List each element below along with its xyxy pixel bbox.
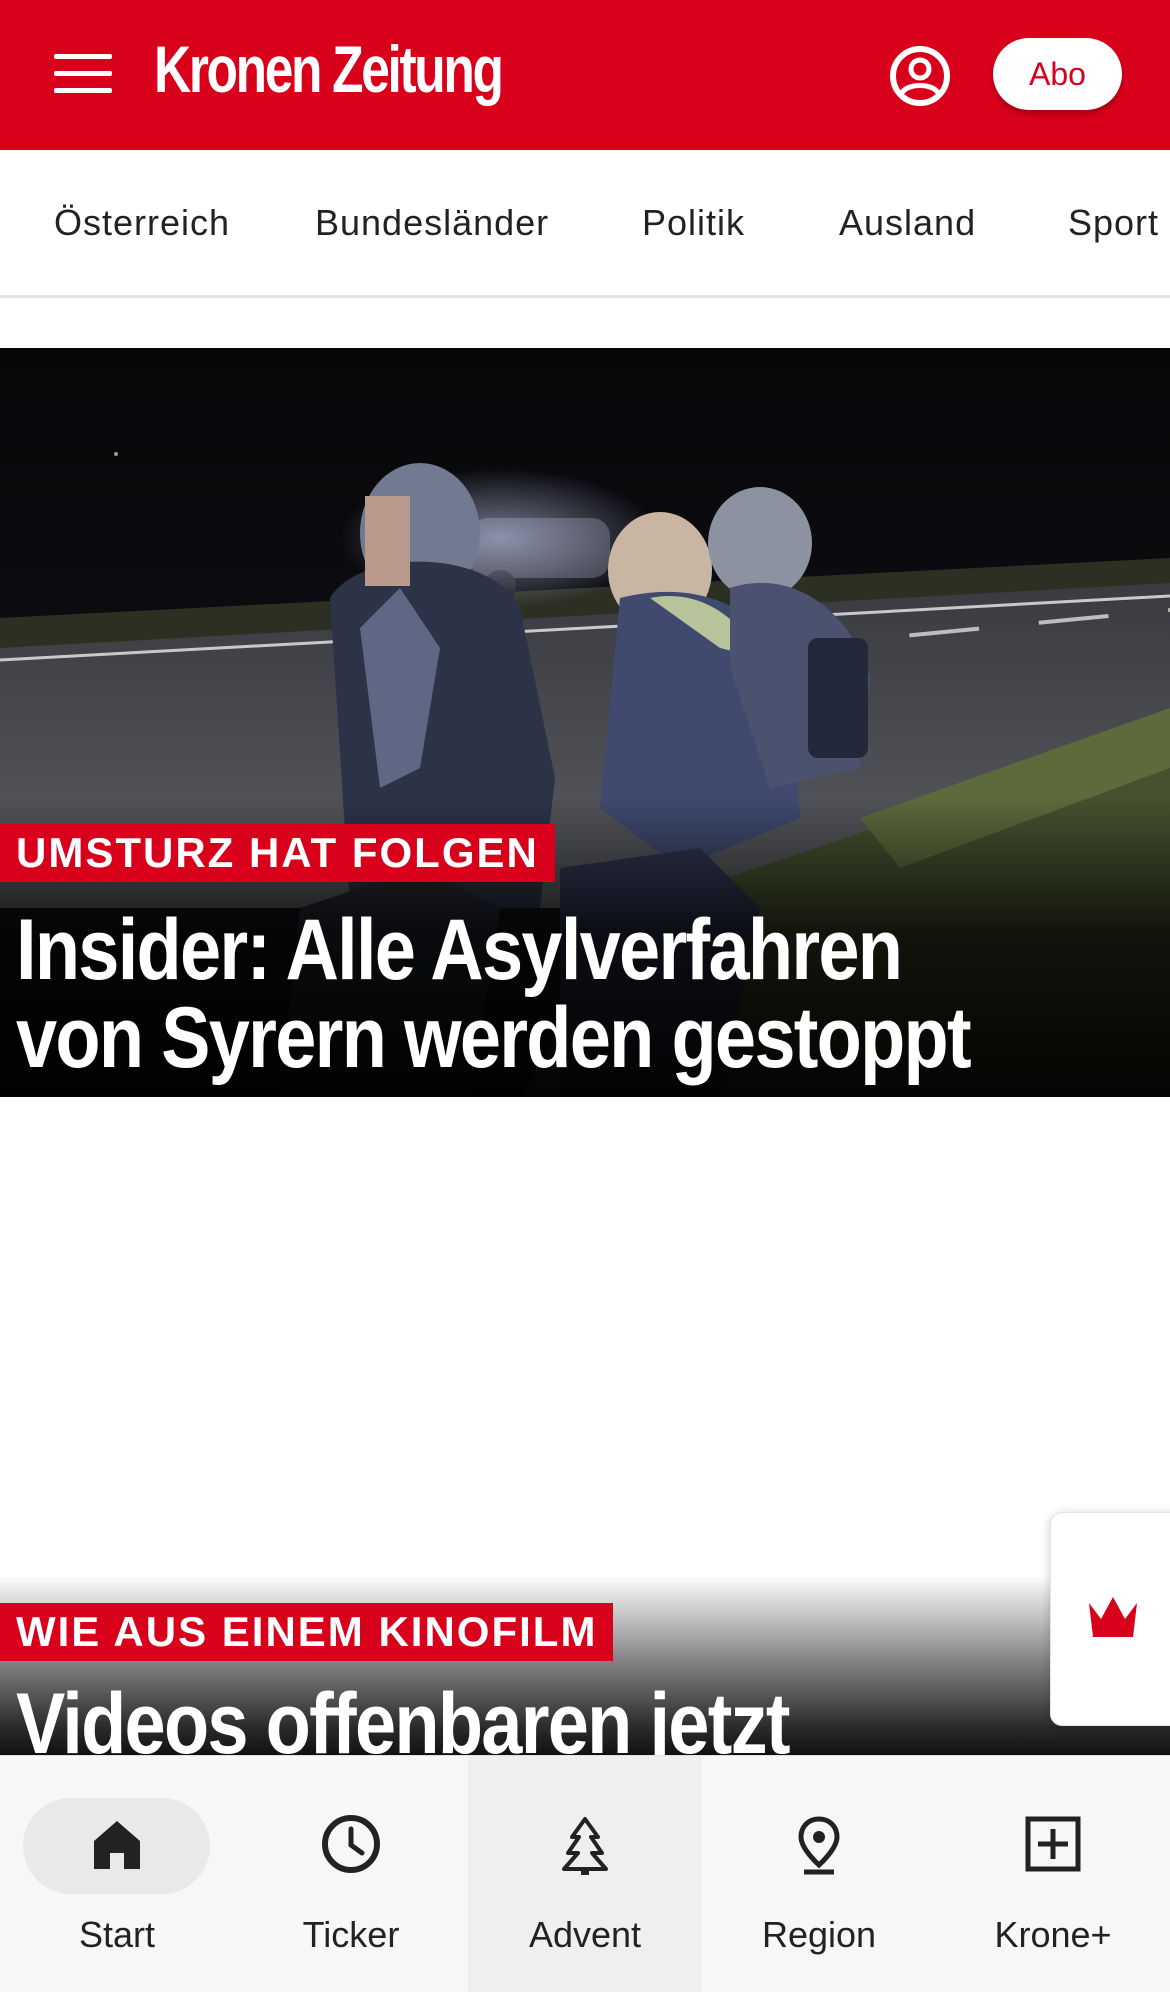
hero-headline-line2[interactable]: von Syrern werden gestoppt	[16, 994, 972, 1082]
teaser-headline[interactable]: Videos offenbaren jetzt	[16, 1680, 790, 1755]
clock-icon	[322, 1815, 380, 1873]
tab-ticker[interactable]: Ticker	[234, 1756, 468, 1992]
crown-button[interactable]	[1050, 1512, 1170, 1726]
category-nav: Österreich Bundesländer Politik Ausland …	[0, 150, 1170, 298]
nav-item-oesterreich[interactable]: Österreich	[54, 202, 230, 244]
home-icon	[94, 1821, 140, 1869]
hero-headline-line1[interactable]: Insider: Alle Asylverfahren	[16, 906, 903, 994]
tab-advent-label: Advent	[528, 1914, 642, 1955]
hero-article[interactable]: UMSTURZ HAT FOLGEN Insider: Alle Asylver…	[0, 348, 1170, 1097]
crown-icon	[1089, 1597, 1137, 1637]
top-bar: Kronen Zeitung Abo	[0, 0, 1170, 150]
nav-item-sport[interactable]: Sport	[1068, 202, 1159, 244]
tab-start[interactable]: Start	[0, 1756, 234, 1992]
site-logo[interactable]: Kronen Zeitung	[154, 36, 504, 102]
tab-region-label: Region	[761, 1914, 877, 1955]
tab-ticker-label: Ticker	[302, 1914, 400, 1955]
nav-item-politik[interactable]: Politik	[642, 202, 745, 244]
nav-item-bundeslaender[interactable]: Bundesländer	[315, 202, 549, 244]
article-teaser[interactable]: WIE AUS EINEM KINOFILM Videos offenbaren…	[0, 1575, 1170, 1755]
teaser-kicker: WIE AUS EINEM KINOFILM	[0, 1603, 614, 1661]
account-icon[interactable]	[888, 44, 952, 108]
tree-icon	[562, 1817, 608, 1875]
location-pin-icon	[798, 1816, 840, 1875]
tab-start-label: Start	[78, 1914, 156, 1955]
tab-advent[interactable]: Advent	[468, 1756, 702, 1992]
nav-item-ausland[interactable]: Ausland	[839, 202, 976, 244]
hero-kicker: UMSTURZ HAT FOLGEN	[0, 824, 555, 882]
app-screen: Kronen Zeitung Abo Österreich Bundesländ…	[0, 0, 1170, 1992]
plus-box-icon	[1025, 1816, 1081, 1872]
menu-icon[interactable]	[54, 52, 112, 94]
bottom-nav: Start Ticker Advent Region Krone+	[0, 1755, 1170, 1992]
abo-button[interactable]: Abo	[993, 38, 1122, 110]
tab-krone-plus-label: Krone+	[994, 1914, 1112, 1955]
tab-region[interactable]: Region	[702, 1756, 936, 1992]
tab-krone-plus[interactable]: Krone+	[936, 1756, 1170, 1992]
